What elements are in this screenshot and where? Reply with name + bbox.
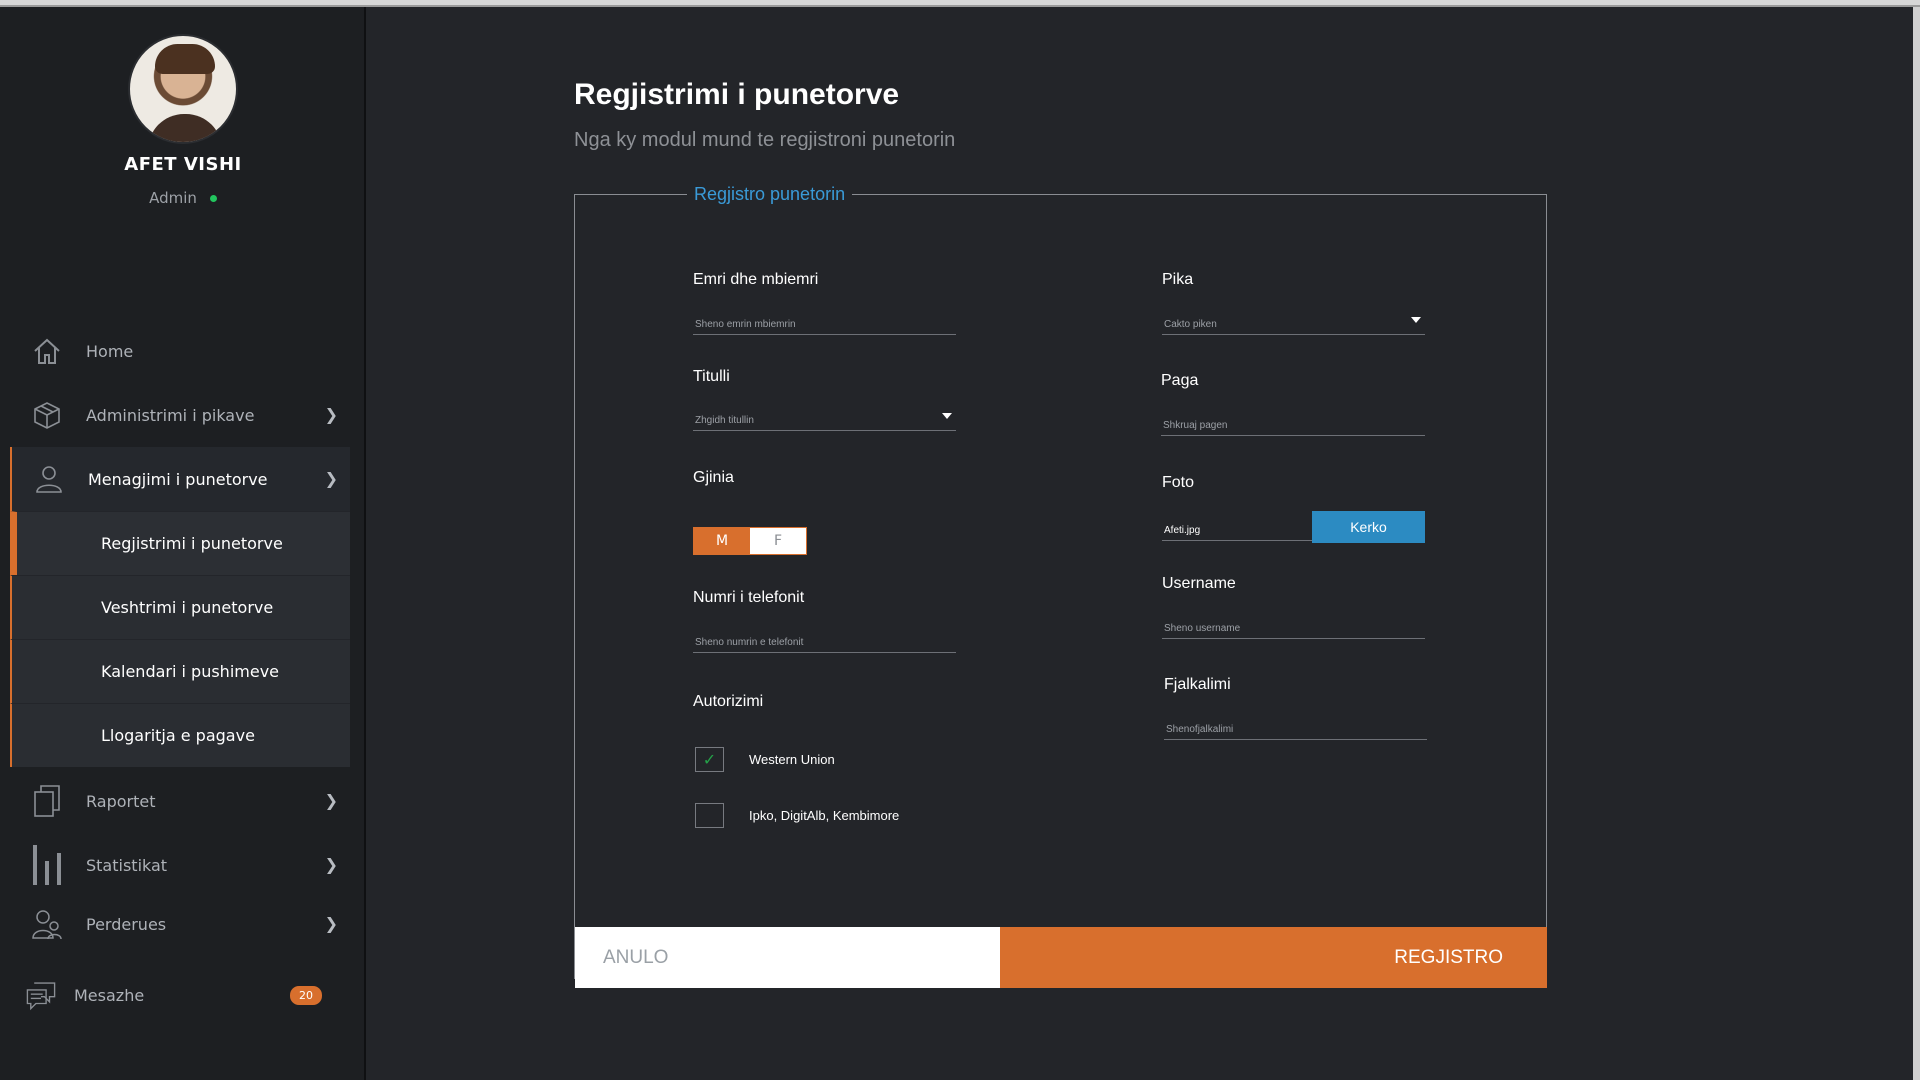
chevron-right-icon: ❯ xyxy=(324,469,338,488)
employee-registration-form: Regjistro punetorin Emri dhe mbiemri She… xyxy=(574,184,1547,988)
ipko-checkbox[interactable] xyxy=(695,803,724,828)
foto-label: Foto xyxy=(1162,474,1195,491)
sidebar-item-perderues[interactable]: Perderues ❯ xyxy=(10,897,350,951)
profile-role-row: Admin xyxy=(0,189,366,207)
avatar[interactable] xyxy=(128,34,238,144)
ipko-label: Ipko, DigitAlb, Kembimore xyxy=(749,808,900,823)
sidebar-nav: Home Administrimi i pikave ❯ Menagjimi i… xyxy=(10,319,350,1027)
sidebar-subitem-llogaritja[interactable]: Llogaritja e pagave xyxy=(10,703,350,767)
authorization-label: Autorizimi xyxy=(693,693,764,710)
page-subtitle: Nga ky modul mund te regjistroni punetor… xyxy=(574,129,956,151)
profile: AFET VISHI Admin xyxy=(0,34,366,207)
scrollbar[interactable] xyxy=(1913,7,1920,1080)
sidebar-item-menagjimi[interactable]: Menagjimi i punetorve ❯ xyxy=(10,447,350,511)
chevron-down-icon xyxy=(1411,317,1421,323)
gender-option-f[interactable]: F xyxy=(750,528,806,554)
paga-label: Paga xyxy=(1161,372,1199,389)
title-select-value: Zhgidh titullin xyxy=(695,415,754,426)
profile-name: AFET VISHI xyxy=(124,154,242,175)
phone-input[interactable]: Sheno numrin e telefonit xyxy=(693,629,956,653)
auth-option-western-union: ✓ Western Union xyxy=(695,747,835,772)
password-label: Fjalkalimi xyxy=(1164,676,1231,693)
pika-select-value: Cakto piken xyxy=(1164,319,1217,330)
sidebar-item-label: Menagjimi i punetorve xyxy=(88,469,268,489)
page-title: Regjistrimi i punetorve xyxy=(574,78,900,111)
western-union-checkbox[interactable]: ✓ xyxy=(695,747,724,772)
register-button[interactable]: REGJISTRO xyxy=(1000,927,1547,988)
chevron-right-icon: ❯ xyxy=(324,791,338,810)
form-legend: Regjistro punetorin xyxy=(687,184,853,205)
auth-option-ipko: Ipko, DigitAlb, Kembimore xyxy=(695,803,899,828)
window-top-border xyxy=(0,0,1920,7)
sidebar-subitem-regjistrimi[interactable]: Regjistrimi i punetorve xyxy=(10,511,350,575)
phone-label: Numri i telefonit xyxy=(693,589,805,606)
sidebar-item-home[interactable]: Home xyxy=(10,319,350,383)
title-label: Titulli xyxy=(693,368,730,385)
sidebar-item-label: Home xyxy=(86,341,134,361)
name-input[interactable]: Sheno emrin mbiemrin xyxy=(693,311,956,335)
main-content: Regjistrimi i punetorve Nga ky modul mun… xyxy=(368,7,1920,1080)
sidebar-item-administrimi[interactable]: Administrimi i pikave ❯ xyxy=(10,383,350,447)
chevron-down-icon xyxy=(942,413,952,419)
foto-browse-button[interactable]: Kerko xyxy=(1312,511,1425,543)
users-icon xyxy=(30,907,64,941)
sidebar-item-label: Perderues xyxy=(86,914,167,934)
messages-count-badge: 20 xyxy=(290,986,322,1005)
chevron-right-icon: ❯ xyxy=(324,855,338,874)
chevron-right-icon: ❯ xyxy=(324,914,338,933)
sidebar: AFET VISHI Admin Home Administrimi i pik… xyxy=(0,7,366,1080)
gender-option-m[interactable]: M xyxy=(694,528,750,554)
reports-icon xyxy=(30,784,64,818)
foto-filename[interactable]: Afeti.jpg xyxy=(1162,517,1312,541)
home-icon xyxy=(30,334,64,368)
sidebar-item-label: Mesazhe xyxy=(74,985,145,1005)
box-icon xyxy=(30,398,64,432)
messages-icon xyxy=(24,978,58,1012)
profile-role: Admin xyxy=(149,189,197,207)
stats-icon xyxy=(30,845,64,885)
western-union-label: Western Union xyxy=(749,752,835,767)
sidebar-item-statistikat[interactable]: Statistikat ❯ xyxy=(10,833,350,897)
user-icon xyxy=(32,462,66,496)
online-status-dot xyxy=(209,195,217,202)
sidebar-item-label: Statistikat xyxy=(86,855,168,875)
sidebar-item-mesazhe[interactable]: Mesazhe 20 xyxy=(10,963,350,1027)
checkmark-icon: ✓ xyxy=(702,750,717,769)
password-input[interactable]: Shenofjalkalimi xyxy=(1164,716,1427,740)
sidebar-item-label: Administrimi i pikave xyxy=(86,405,255,425)
title-select[interactable]: Zhgidh titullin xyxy=(693,407,956,431)
username-input[interactable]: Sheno username xyxy=(1162,615,1425,639)
sidebar-item-raportet[interactable]: Raportet ❯ xyxy=(10,769,350,833)
sidebar-item-label: Raportet xyxy=(86,791,156,811)
name-label: Emri dhe mbiemri xyxy=(693,271,819,288)
gender-toggle: M F xyxy=(693,527,807,555)
paga-input[interactable]: Shkruaj pagen xyxy=(1161,412,1425,436)
cancel-button[interactable]: ANULO xyxy=(575,927,1000,988)
pika-select[interactable]: Cakto piken xyxy=(1162,311,1425,335)
chevron-right-icon: ❯ xyxy=(324,405,338,424)
sidebar-subitem-veshtrimi[interactable]: Veshtrimi i punetorve xyxy=(10,575,350,639)
pika-label: Pika xyxy=(1162,271,1194,288)
gender-label: Gjinia xyxy=(693,469,734,486)
sidebar-subitem-kalendari[interactable]: Kalendari i pushimeve xyxy=(10,639,350,703)
username-label: Username xyxy=(1162,575,1236,592)
